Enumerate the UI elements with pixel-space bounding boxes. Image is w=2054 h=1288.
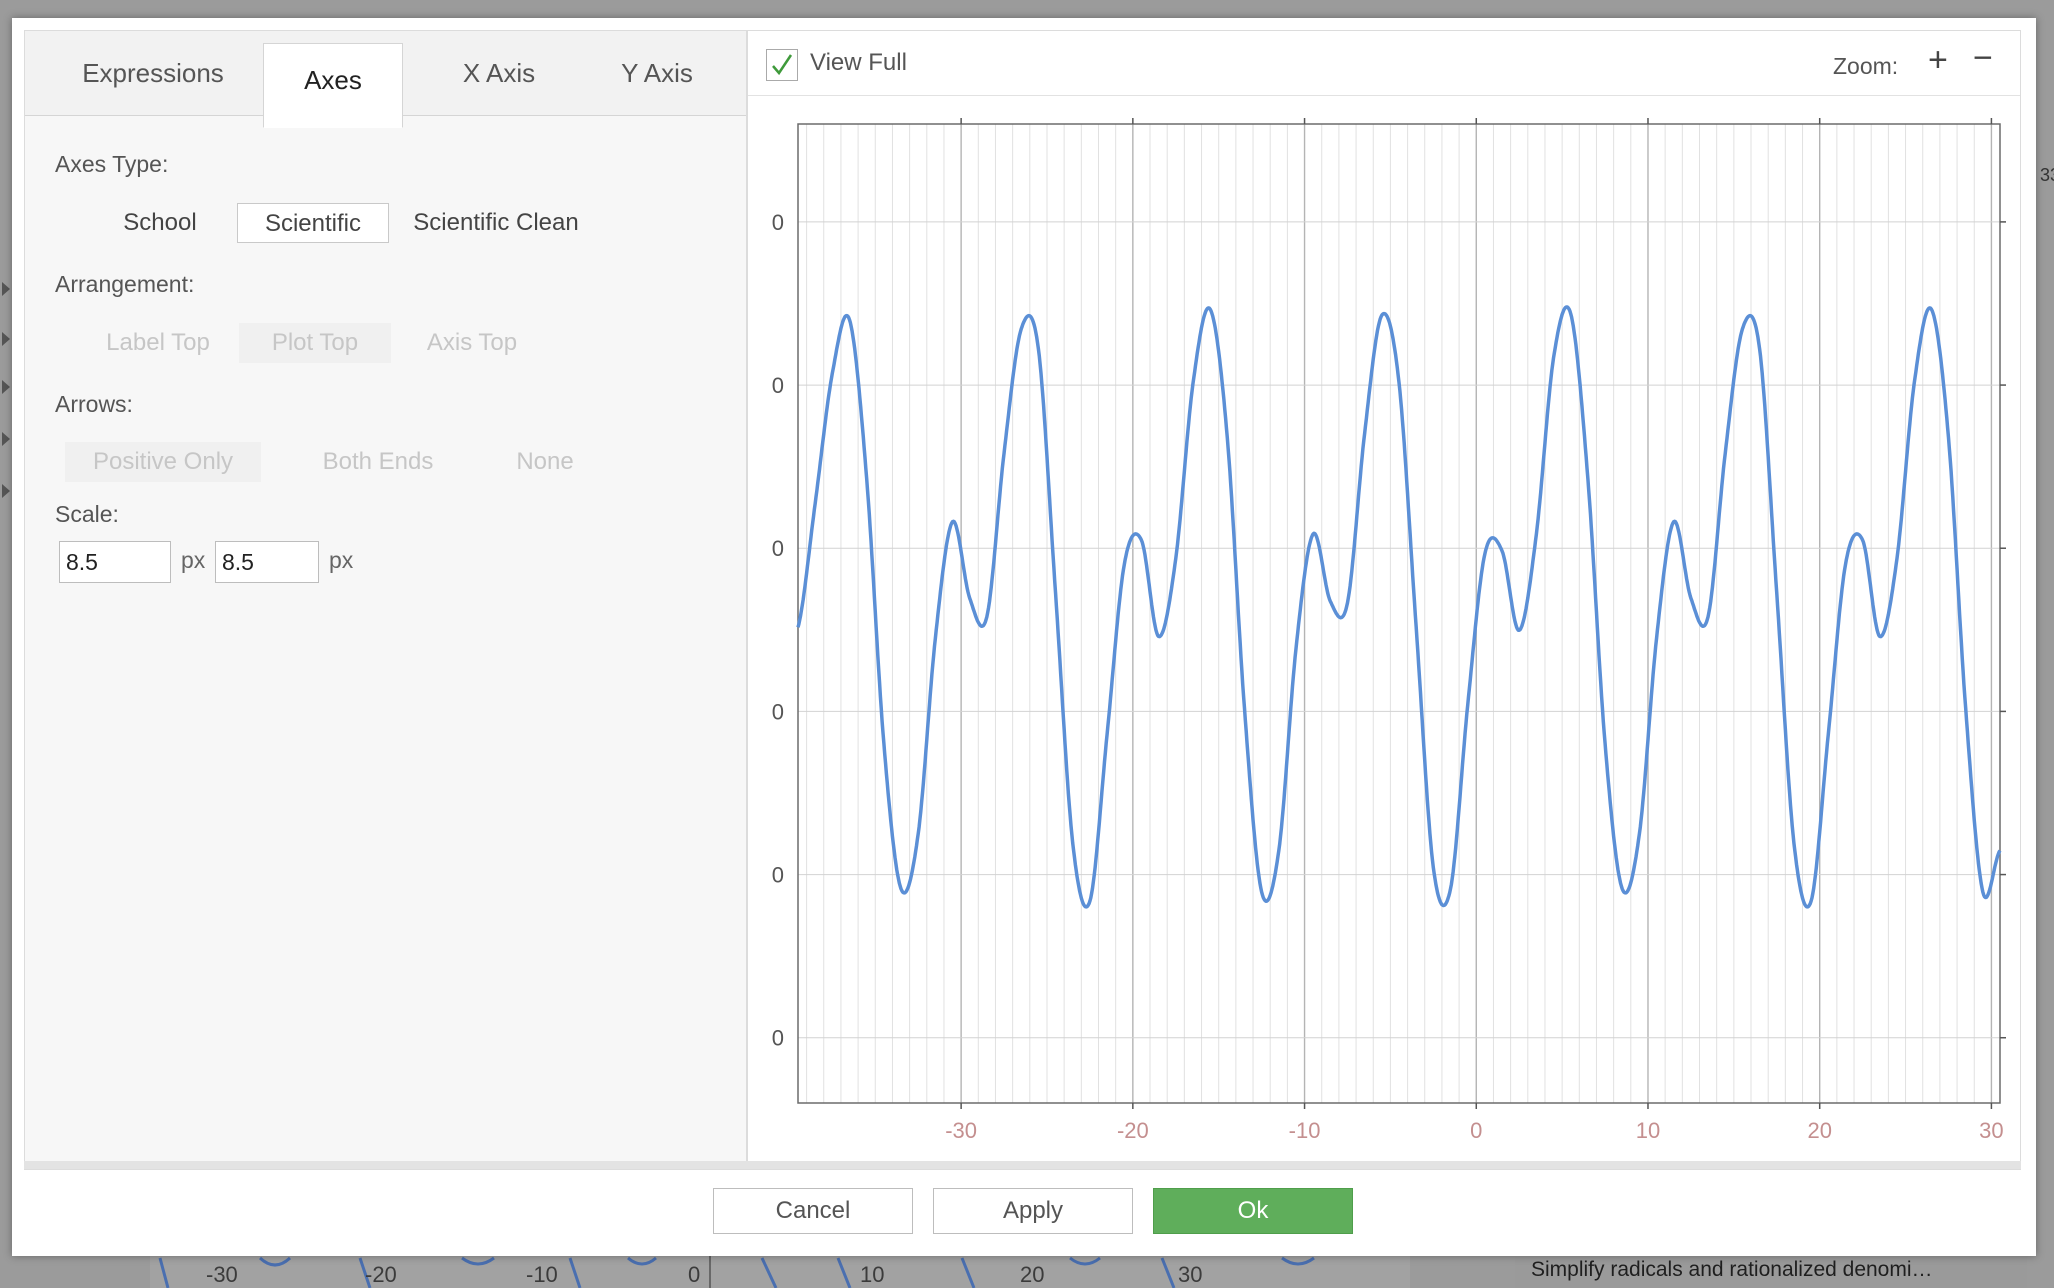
x-tick-label: -20 (1117, 1118, 1149, 1143)
collapse-arrow-icon[interactable] (2, 282, 10, 296)
arrows-label: Arrows: (55, 391, 133, 417)
scale-x-input[interactable] (59, 541, 171, 583)
collapse-arrow-icon[interactable] (2, 484, 10, 498)
ok-button[interactable]: Ok (1153, 1188, 1353, 1234)
arrows-both-ends-option: Both Ends (322, 448, 434, 475)
y-tick-label: 0 (772, 1026, 784, 1051)
zoom-in-icon[interactable]: + (1928, 41, 1948, 80)
background-status-text[interactable]: Simplify radicals and rationalized denom… (1515, 1252, 2027, 1288)
background-x-tick: 20 (1020, 1262, 1045, 1287)
graph-preview-chart[interactable]: -30 -20 -10 0 10 20 30 0 0 0 0 0 0 (748, 95, 2020, 1169)
scale-x-unit: px (181, 547, 206, 573)
cancel-button[interactable]: Cancel (713, 1188, 913, 1234)
y-tick-label: 0 (772, 863, 784, 888)
background-x-tick: 0 (688, 1262, 701, 1287)
x-tick-label: 20 (1807, 1118, 1831, 1143)
view-full-checkbox[interactable] (766, 49, 798, 81)
y-tick-label: 0 (772, 536, 784, 561)
axes-type-scientific-clean-option[interactable]: Scientific Clean (401, 203, 591, 243)
footer-divider (24, 1161, 2021, 1169)
preview-panel: View Full Zoom: + − -30 -20 -10 0 10 20 30 0 0 0 0… (747, 30, 2021, 1170)
y-tick-label: 0 (772, 210, 784, 235)
zoom-out-icon[interactable]: − (1973, 39, 1993, 78)
scale-y-unit: px (329, 547, 354, 573)
background-x-tick: -20 (365, 1262, 397, 1287)
zoom-label: Zoom: (1833, 53, 1899, 79)
arrows-none-option: None (516, 448, 574, 475)
background-x-tick: 10 (860, 1262, 885, 1287)
x-tick-label: -10 (1289, 1118, 1321, 1143)
tab-expressions[interactable]: Expressions (43, 31, 263, 115)
axes-type-school-option[interactable]: School (95, 203, 225, 243)
collapse-arrow-icon[interactable] (2, 332, 10, 346)
preview-toolbar: View Full Zoom: + − (748, 31, 2020, 96)
checkmark-icon (772, 54, 793, 76)
arrangement-axis-top-option: Axis Top (426, 329, 518, 356)
x-tick-label: 30 (1979, 1118, 2003, 1143)
arrangement-label: Arrangement: (55, 271, 195, 297)
arrangement-label-top-option: Label Top (106, 329, 210, 356)
y-tick-label: 0 (772, 699, 784, 724)
axes-type-scientific-option[interactable]: Scientific (237, 203, 389, 243)
tab-bar: Expressions Axes X Axis Y Axis (25, 31, 746, 128)
background-x-tick: -10 (526, 1262, 558, 1287)
scale-label: Scale: (55, 501, 119, 527)
view-full-label[interactable]: View Full (810, 49, 907, 77)
settings-panel: Expressions Axes X Axis Y Axis Axes Type… (24, 30, 747, 1170)
background-x-tick: 30 (1178, 1262, 1203, 1287)
graph-settings-dialog: Expressions Axes X Axis Y Axis Axes Type… (12, 18, 2036, 1256)
x-tick-label: 10 (1636, 1118, 1660, 1143)
y-tick-label: 0 (772, 373, 784, 398)
axes-type-label: Axes Type: (55, 151, 169, 177)
x-tick-label: 0 (1470, 1118, 1482, 1143)
arrangement-plot-top-option: Plot Top (239, 323, 391, 363)
tab-x-axis[interactable]: X Axis (423, 31, 575, 115)
background-x-tick: -30 (206, 1262, 238, 1287)
collapse-arrow-icon[interactable] (2, 432, 10, 446)
background-partial-label: 33 (2040, 165, 2054, 185)
collapse-arrow-icon[interactable] (2, 380, 10, 394)
tab-y-axis[interactable]: Y Axis (581, 31, 733, 115)
arrows-positive-only-option: Positive Only (65, 442, 261, 482)
tab-axes[interactable]: Axes (263, 43, 403, 128)
x-tick-label: -30 (945, 1118, 977, 1143)
scale-y-input[interactable] (215, 541, 319, 583)
apply-button[interactable]: Apply (933, 1188, 1133, 1234)
